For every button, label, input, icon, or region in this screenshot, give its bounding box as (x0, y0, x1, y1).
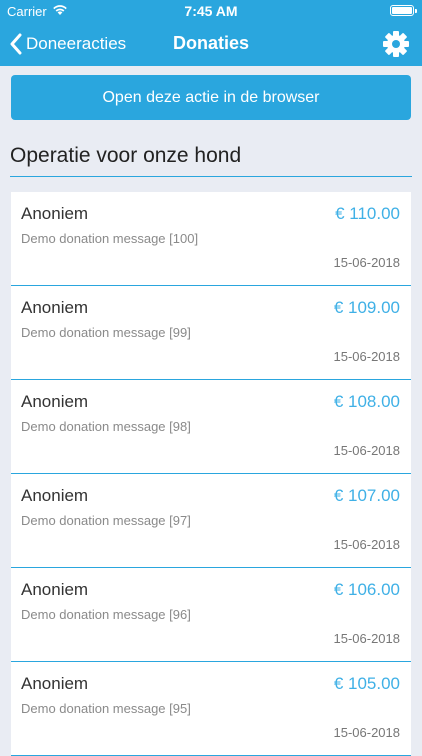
donation-message: Demo donation message [99] (21, 325, 191, 340)
donation-amount: € 105.00 (333, 674, 400, 693)
donation-item[interactable]: Anoniem € 108.00 Demo donation message [… (11, 380, 411, 474)
open-in-browser-button[interactable]: Open deze actie in de browser (11, 75, 411, 120)
page-title: Donaties (172, 33, 250, 53)
donation-amount: € 108.00 (333, 392, 400, 411)
donation-message: Demo donation message [98] (21, 419, 191, 434)
donation-item[interactable]: Anoniem € 105.00 Demo donation message [… (11, 662, 411, 756)
donation-date: 15-06-2018 (333, 443, 401, 458)
donor-name: Anoniem (21, 204, 89, 223)
donor-name: Anoniem (21, 580, 89, 599)
donor-name: Anoniem (21, 486, 89, 505)
donation-amount: € 107.00 (333, 486, 400, 505)
donor-name: Anoniem (21, 674, 89, 693)
donation-message: Demo donation message [100] (21, 231, 199, 246)
donation-item[interactable]: Anoniem € 106.00 Demo donation message [… (11, 568, 411, 662)
battery-icon (390, 5, 417, 16)
donor-name: Anoniem (21, 298, 89, 317)
donation-list: Anoniem € 110.00 Demo donation message [… (11, 192, 411, 756)
donation-date: 15-06-2018 (333, 349, 401, 364)
donation-amount: € 110.00 (335, 204, 400, 223)
navigation-bar: Doneeracties Donaties (0, 22, 422, 66)
section-divider (10, 176, 412, 177)
top-bar: Carrier 7:45 AM Doneeracties Donaties (0, 0, 422, 66)
donation-message: Demo donation message [95] (21, 701, 191, 716)
donation-message: Demo donation message [96] (21, 607, 191, 622)
settings-button[interactable] (380, 28, 412, 60)
donor-name: Anoniem (21, 392, 89, 411)
section-title: Operatie voor onze hond (10, 144, 242, 167)
status-time: 7:45 AM (184, 3, 238, 19)
donation-date: 15-06-2018 (333, 725, 401, 740)
gear-icon (383, 31, 409, 57)
donation-item[interactable]: Anoniem € 107.00 Demo donation message [… (11, 474, 411, 568)
donation-amount: € 106.00 (333, 580, 400, 599)
donation-date: 15-06-2018 (333, 255, 401, 270)
status-bar: Carrier 7:45 AM (0, 0, 422, 22)
donation-item[interactable]: Anoniem € 109.00 Demo donation message [… (11, 286, 411, 380)
donation-message: Demo donation message [97] (21, 513, 191, 528)
donation-date: 15-06-2018 (333, 631, 401, 646)
donation-date: 15-06-2018 (333, 537, 401, 552)
donation-item[interactable]: Anoniem € 110.00 Demo donation message [… (11, 192, 411, 286)
donation-amount: € 109.00 (333, 298, 400, 317)
